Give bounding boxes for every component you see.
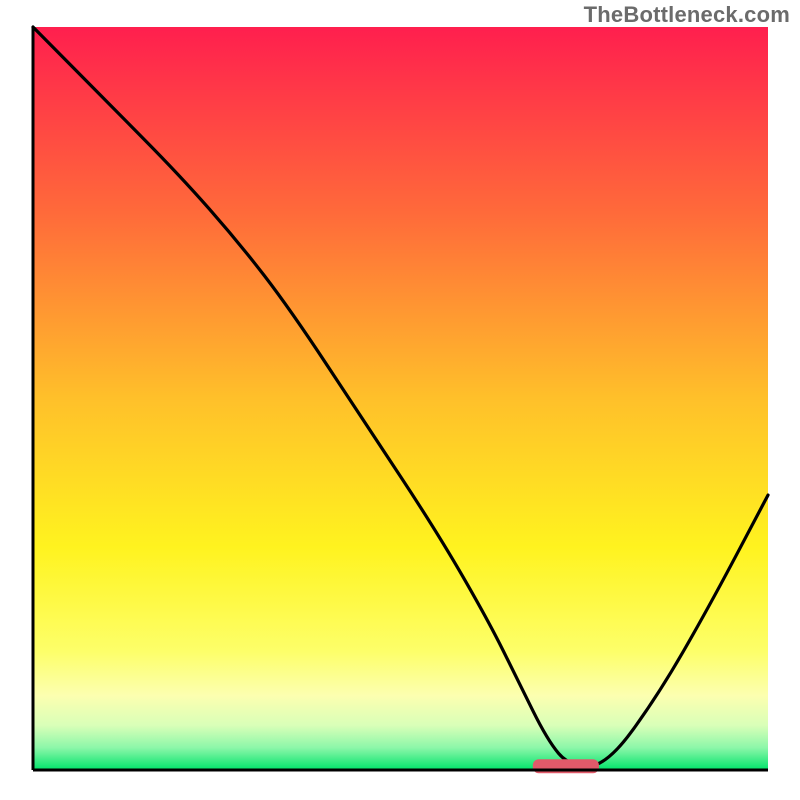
attribution-label: TheBottleneck.com [584, 2, 790, 28]
chart-canvas: TheBottleneck.com [0, 0, 800, 800]
bottleneck-chart [0, 0, 800, 800]
